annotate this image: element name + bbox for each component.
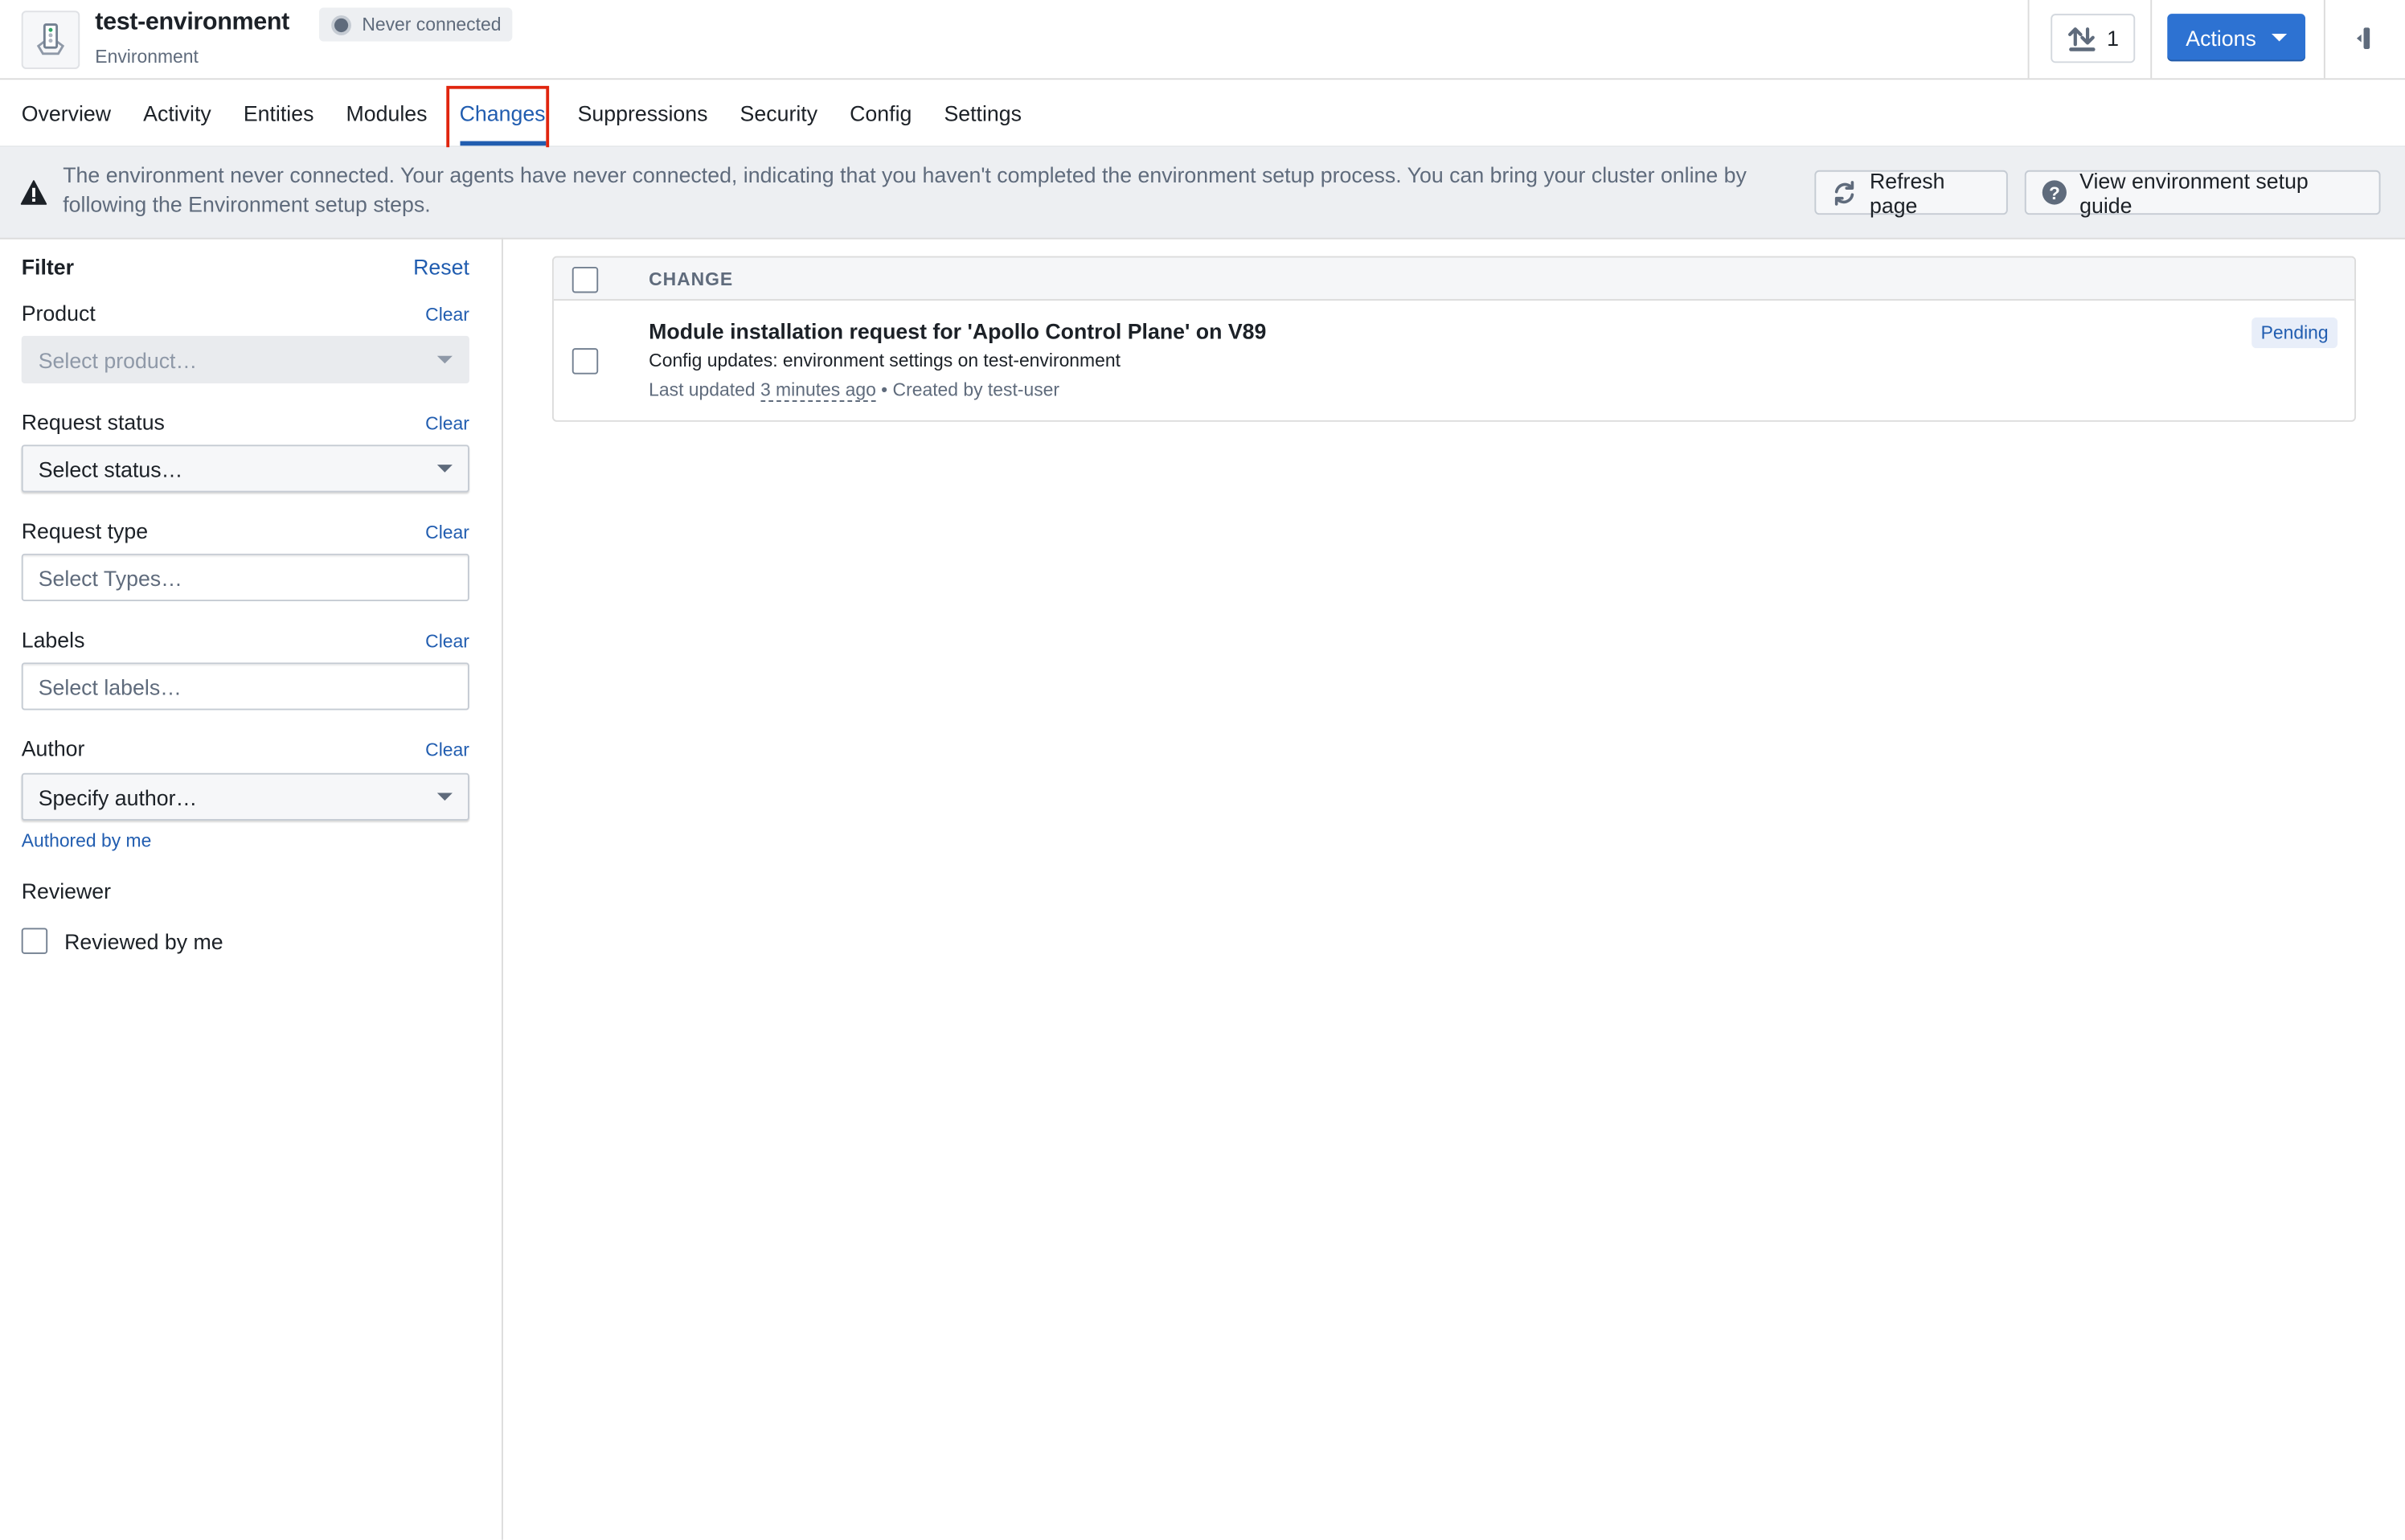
column-header-change: CHANGE <box>649 268 734 290</box>
refresh-page-button[interactable]: Refresh page <box>1814 167 2008 218</box>
tab-settings[interactable]: Settings <box>944 80 1022 145</box>
product-label: Product <box>21 301 96 326</box>
header-divider <box>2027 0 2030 79</box>
product-filter-header: Product Clear <box>22 301 469 326</box>
page-subtitle: Environment <box>95 46 199 68</box>
reviewed-by-me-label: Reviewed by me <box>64 928 223 953</box>
product-select-placeholder: Select product… <box>38 347 198 372</box>
collapse-panel-button[interactable] <box>2347 22 2381 55</box>
header-divider <box>2323 0 2325 79</box>
refresh-icon <box>1834 180 1854 205</box>
changes-table: CHANGE Module installation request for '… <box>551 256 2356 422</box>
labels-input[interactable]: Select labels… <box>21 662 469 711</box>
view-setup-guide-label: View environment setup guide <box>2079 167 2309 218</box>
tab-security[interactable]: Security <box>740 80 818 145</box>
tab-suppressions[interactable]: Suppressions <box>578 80 708 145</box>
warning-message: The environment never connected. Your ag… <box>63 162 1747 217</box>
help-icon: ? <box>2042 180 2067 205</box>
filter-title: Filter <box>21 254 75 280</box>
page-title: test-environment <box>95 9 289 35</box>
change-subtitle: Config updates: environment settings on … <box>649 350 1121 371</box>
connection-status-text: Never connected <box>362 14 502 35</box>
tab-changes[interactable]: Changes <box>459 80 546 146</box>
actions-button[interactable]: Actions <box>2167 14 2306 62</box>
reset-filters-link[interactable]: Reset <box>413 255 469 280</box>
clear-type-link[interactable]: Clear <box>425 522 469 543</box>
reviewed-by-me-checkbox[interactable]: Reviewed by me <box>21 928 223 954</box>
tab-config[interactable]: Config <box>850 80 912 145</box>
tab-overview[interactable]: Overview <box>22 80 111 145</box>
status-dot-icon <box>334 17 349 32</box>
tab-bar: Overview Activity Entities Modules Chang… <box>0 80 2405 152</box>
page-header: test-environment Environment Never conne… <box>0 0 2405 80</box>
labels-label: Labels <box>21 627 85 652</box>
filter-header: Filter Reset <box>22 255 469 280</box>
authored-by-me-link[interactable]: Authored by me <box>22 829 152 851</box>
header-divider <box>2150 0 2153 79</box>
title-block: test-environment Environment <box>95 9 289 68</box>
caret-down-icon <box>436 793 453 801</box>
clear-product-link[interactable]: Clear <box>425 304 469 326</box>
status-badge: Pending <box>2251 317 2338 349</box>
author-placeholder: Specify author… <box>38 784 198 809</box>
svg-text:?: ? <box>2049 183 2060 203</box>
status-filter-header: Request status Clear <box>22 409 469 434</box>
product-select[interactable]: Select product… <box>21 335 469 384</box>
clear-status-link[interactable]: Clear <box>425 412 469 434</box>
upload-download-icon <box>2067 27 2095 51</box>
checkbox[interactable] <box>21 928 48 954</box>
reviewer-label: Reviewer <box>21 879 112 903</box>
sync-count: 1 <box>2107 26 2119 51</box>
panel-collapse-icon <box>2356 27 2370 50</box>
author-label: Author <box>21 735 85 761</box>
author-select[interactable]: Specify author… <box>21 772 469 821</box>
request-status-placeholder: Select status… <box>38 456 183 481</box>
warning-banner: The environment never connected. Your ag… <box>0 147 2405 240</box>
caret-down-icon <box>436 465 453 473</box>
author-filter-header: Author Clear <box>22 736 469 761</box>
change-title[interactable]: Module installation request for 'Apollo … <box>649 319 1266 344</box>
last-updated-time: 3 minutes ago <box>760 379 876 402</box>
created-by: • Created by test-user <box>875 379 1060 401</box>
main-content: Filter Reset Product Clear Select produc… <box>0 237 2405 1540</box>
labels-placeholder: Select labels… <box>38 674 182 699</box>
labels-filter-header: Labels Clear <box>22 627 469 652</box>
tab-modules[interactable]: Modules <box>346 80 428 145</box>
tab-entities[interactable]: Entities <box>244 80 314 145</box>
caret-down-icon <box>436 355 453 364</box>
tab-activity[interactable]: Activity <box>143 80 211 145</box>
last-updated-prefix: Last updated <box>649 379 760 401</box>
clear-labels-link[interactable]: Clear <box>425 630 469 652</box>
app-root: test-environment Environment Never conne… <box>0 0 2405 1540</box>
request-type-input[interactable]: Select Types… <box>21 553 469 602</box>
sync-button[interactable]: 1 <box>2051 14 2136 63</box>
change-meta: Last updated 3 minutes ago • Created by … <box>649 379 1060 402</box>
clear-author-link[interactable]: Clear <box>425 739 469 761</box>
refresh-page-label: Refresh page <box>1869 167 1945 218</box>
table-row[interactable]: Module installation request for 'Apollo … <box>554 301 2354 420</box>
caret-down-icon <box>2271 33 2288 42</box>
type-filter-header: Request type Clear <box>22 518 469 543</box>
view-setup-guide-button[interactable]: ? View environment setup guide <box>2024 167 2381 218</box>
warning-icon <box>20 180 47 205</box>
request-type-placeholder: Select Types… <box>38 565 182 590</box>
request-type-label: Request type <box>21 518 149 543</box>
row-checkbox[interactable] <box>572 348 599 375</box>
table-header: CHANGE <box>553 257 2355 301</box>
environment-icon <box>21 10 80 69</box>
request-status-label: Request status <box>21 409 165 435</box>
connection-status-badge: Never connected <box>318 7 512 42</box>
actions-label: Actions <box>2186 25 2256 51</box>
request-status-select[interactable]: Select status… <box>21 444 469 493</box>
select-all-checkbox[interactable] <box>572 267 599 293</box>
filter-sidebar: Filter Reset Product Clear Select produc… <box>0 237 503 1540</box>
